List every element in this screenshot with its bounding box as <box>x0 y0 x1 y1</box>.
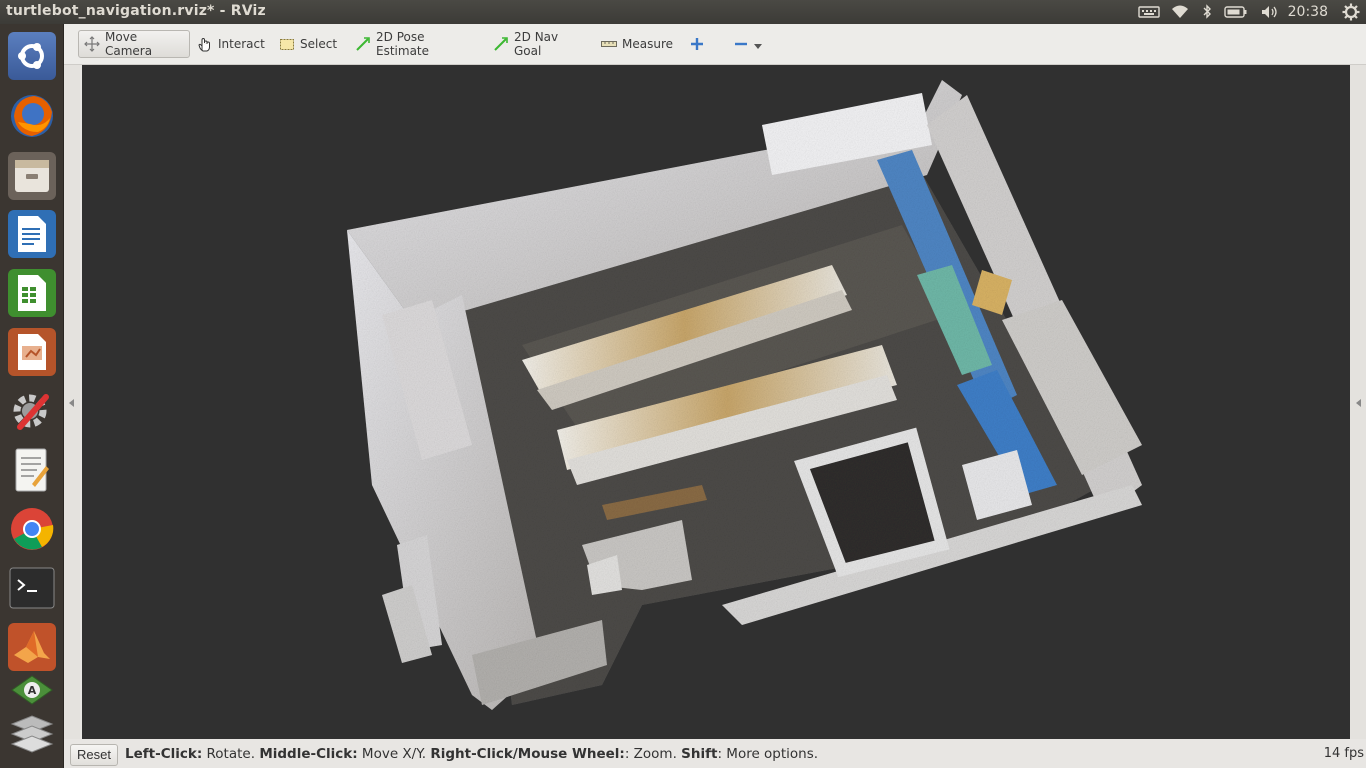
status-bar: Reset Left-Click: Rotate. Middle-Click: … <box>64 740 1366 768</box>
system-settings-icon[interactable] <box>6 385 58 437</box>
clock[interactable]: 20:38 <box>1288 0 1328 24</box>
matlab-icon[interactable] <box>6 621 58 673</box>
remove-tool-button[interactable] <box>728 30 766 58</box>
settings-gear-icon[interactable] <box>1340 0 1362 24</box>
files-icon[interactable] <box>6 150 58 202</box>
hand-pointer-icon <box>197 36 213 52</box>
hint-key-shift: Shift <box>681 746 718 762</box>
move-camera-label: Move Camera <box>105 30 153 58</box>
bluetooth-icon[interactable] <box>1198 0 1216 24</box>
hint-key-middle-click: Middle-Click: <box>259 746 358 762</box>
pose-estimate-tool[interactable]: 2D Pose Estimate <box>350 30 476 58</box>
collapse-right-icon <box>1356 399 1361 407</box>
hint-desc-right-click: : Zoom. <box>624 746 682 762</box>
hint-key-left-click: Left-Click: <box>125 746 203 762</box>
collapse-left-icon <box>69 399 74 407</box>
fps-readout: 14 fps <box>1323 746 1364 761</box>
ubuntu-dash-icon[interactable] <box>6 30 58 82</box>
volume-icon[interactable] <box>1258 0 1282 24</box>
mouse-hint-text: Left-Click: Rotate. Middle-Click: Move X… <box>125 746 818 762</box>
add-tool-button[interactable] <box>684 30 712 58</box>
render-viewport[interactable] <box>82 65 1350 739</box>
left-dock-collapse[interactable] <box>64 65 80 739</box>
select-label: Select <box>300 37 338 51</box>
impress-icon[interactable] <box>6 326 58 378</box>
top-panel: turtlebot_navigation.rviz* - RViz 20:38 <box>0 0 1366 24</box>
svg-text:A: A <box>28 684 37 697</box>
chrome-icon[interactable] <box>6 503 58 555</box>
reset-button[interactable]: Reset <box>70 744 118 766</box>
ruler-icon <box>601 36 617 52</box>
text-editor-icon[interactable] <box>6 444 58 496</box>
select-tool[interactable]: Select <box>274 30 340 58</box>
wifi-icon[interactable] <box>1168 0 1192 24</box>
select-rect-icon <box>279 36 295 52</box>
measure-tool[interactable]: Measure <box>596 30 674 58</box>
writer-icon[interactable] <box>6 208 58 260</box>
interact-label: Interact <box>218 37 265 51</box>
point-cloud-render <box>347 80 1142 710</box>
software-updater-icon[interactable]: A <box>6 672 58 708</box>
nav-goal-tool[interactable]: 2D Nav Goal <box>488 30 584 58</box>
rviz-window: Move Camera Interact Select 2D Pose Esti… <box>64 24 1366 768</box>
nav-goal-arrow-icon <box>493 36 509 52</box>
calc-icon[interactable] <box>6 267 58 319</box>
window-title: turtlebot_navigation.rviz* - RViz <box>6 3 266 19</box>
keyboard-icon[interactable] <box>1136 0 1162 24</box>
minus-icon <box>733 36 749 52</box>
measure-label: Measure <box>622 37 673 51</box>
move-camera-icon <box>84 36 100 52</box>
toolbar: Move Camera Interact Select 2D Pose Esti… <box>64 24 1366 65</box>
nav-goal-label: 2D Nav Goal <box>514 30 559 58</box>
pose-arrow-icon <box>355 36 371 52</box>
firefox-icon[interactable] <box>6 90 58 142</box>
hint-desc-left-click: Rotate. <box>202 746 260 762</box>
right-dock-collapse[interactable] <box>1350 65 1366 739</box>
plus-icon <box>689 36 705 52</box>
interact-tool[interactable]: Interact <box>192 30 266 58</box>
move-camera-tool[interactable]: Move Camera <box>78 30 190 58</box>
launcher: A <box>0 24 64 768</box>
hint-desc-shift: : More options. <box>717 746 819 762</box>
battery-icon[interactable] <box>1222 0 1250 24</box>
hint-key-right-click: Right-Click/Mouse Wheel: <box>430 746 625 762</box>
hint-desc-middle-click: Move X/Y. <box>357 746 431 762</box>
terminal-icon[interactable] <box>6 562 58 614</box>
dropdown-arrow-icon <box>754 43 762 49</box>
workspace-switcher-icon[interactable] <box>6 712 58 760</box>
pose-estimate-label: 2D Pose Estimate <box>376 30 430 58</box>
